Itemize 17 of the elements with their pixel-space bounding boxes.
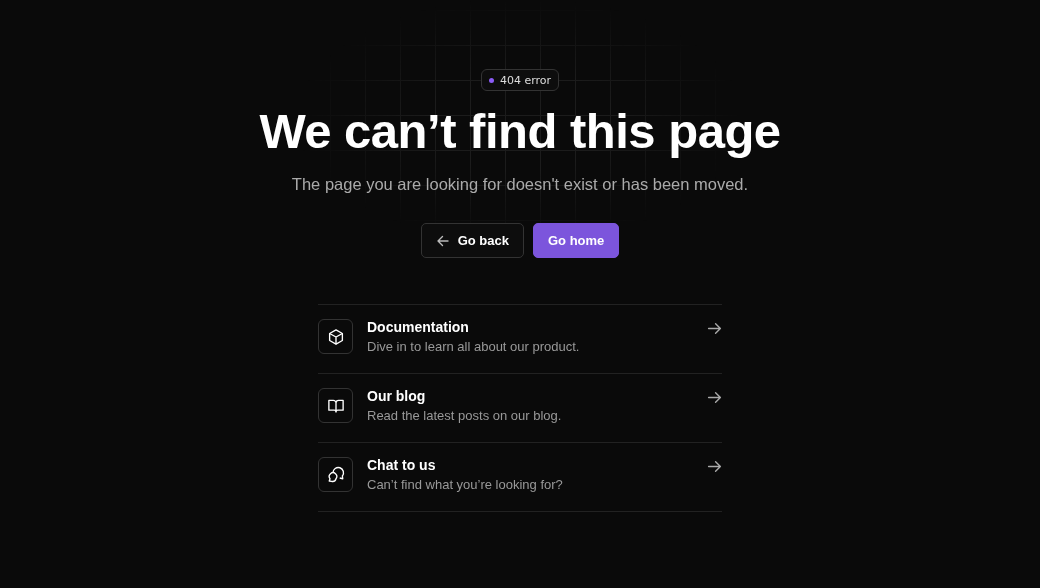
page-heading: We can’t find this page xyxy=(259,103,781,159)
arrow-right-icon[interactable] xyxy=(707,459,722,474)
link-description: Dive in to learn all about our product. xyxy=(367,339,580,354)
page-subtitle: The page you are looking for doesn't exist or has been moved. xyxy=(291,175,749,194)
arrow-right-icon[interactable] xyxy=(707,390,722,405)
link-description: Read the latest posts on our blog. xyxy=(367,408,562,423)
badge-label: 404 error xyxy=(499,73,552,87)
arrow-left-icon xyxy=(435,233,450,248)
link-title[interactable]: Chat to us xyxy=(367,457,436,473)
link-title[interactable]: Our blog xyxy=(367,388,426,404)
link-description: Can’t find what you’re looking for? xyxy=(367,477,563,492)
cube-icon xyxy=(326,327,345,346)
go-home-button[interactable]: Go home xyxy=(532,223,620,258)
arrow-right-icon[interactable] xyxy=(707,321,722,336)
chat-bubbles-icon xyxy=(326,465,345,484)
go-back-button[interactable]: Go back xyxy=(420,223,524,258)
link-title[interactable]: Documentation xyxy=(367,319,469,335)
